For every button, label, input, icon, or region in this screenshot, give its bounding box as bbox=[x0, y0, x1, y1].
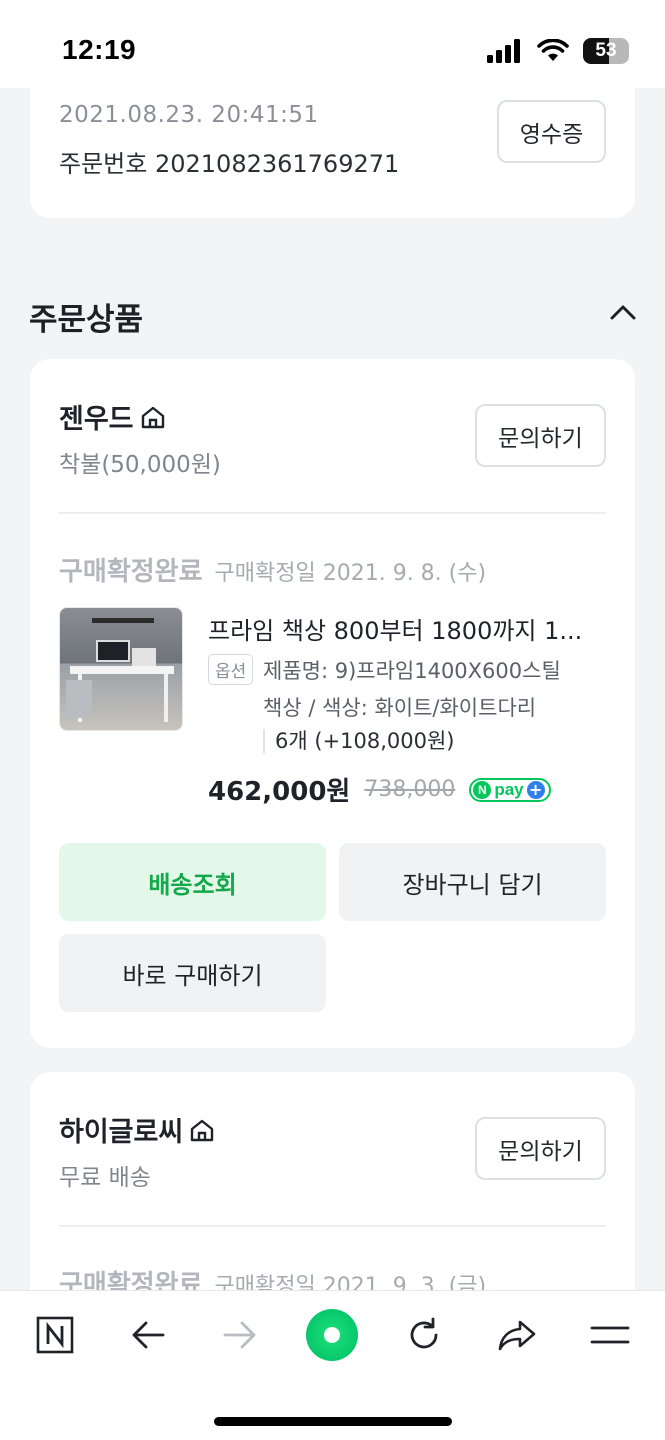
battery-icon: 53 bbox=[583, 38, 629, 64]
seller-name-text: 하이글로씨 bbox=[59, 1117, 184, 1148]
track-delivery-button[interactable]: 배송조회 bbox=[59, 843, 326, 921]
inquiry-button[interactable]: 문의하기 bbox=[475, 1117, 606, 1180]
store-home-icon bbox=[191, 1119, 214, 1141]
seller-name[interactable]: 하이글로씨 bbox=[59, 1110, 215, 1149]
signal-icon bbox=[487, 39, 520, 63]
order-number-label: 주문번호 bbox=[59, 150, 148, 178]
naver-green-dot-icon[interactable] bbox=[302, 1305, 362, 1365]
home-indicator bbox=[214, 1417, 452, 1426]
page-content: 2021.08.23. 20:41:51 주문번호 20210823617692… bbox=[0, 88, 665, 1290]
back-arrow-icon[interactable] bbox=[124, 1311, 172, 1359]
purchase-status: 구매확정완료 bbox=[59, 557, 203, 587]
seller-card: 젠우드 착불(50,000원) 문의하기 구매확정완료 구매확정일 2021. … bbox=[30, 359, 635, 1048]
price-row: 462,000원 738,000 N pay + bbox=[208, 771, 551, 808]
product-thumbnail[interactable] bbox=[59, 607, 183, 731]
order-info-card: 2021.08.23. 20:41:51 주문번호 20210823617692… bbox=[30, 88, 635, 218]
order-number-value: 2021082361769271 bbox=[154, 150, 400, 178]
status-time: 12:19 bbox=[62, 34, 137, 65]
inquiry-button[interactable]: 문의하기 bbox=[475, 404, 606, 467]
option-line-1: 제품명: 9)프라임1400X600스틸 bbox=[263, 659, 561, 683]
seller-card: 하이글로씨 무료 배송 문의하기 구매확정완료 구매확정일 2021. 9. 3… bbox=[30, 1072, 635, 1290]
confirm-date: 구매확정일 2021. 9. 8. (수) bbox=[214, 561, 487, 586]
status-bar: 12:19 53 bbox=[0, 0, 665, 88]
refresh-icon[interactable] bbox=[400, 1311, 448, 1359]
option-line-2: 책상 / 색상: 화이트/화이트다리 bbox=[263, 696, 537, 720]
quantity: 6개 (+108,000원) bbox=[263, 729, 455, 753]
battery-level: 53 bbox=[595, 40, 617, 61]
seller-name-text: 젠우드 bbox=[59, 404, 134, 435]
seller-name[interactable]: 젠우드 bbox=[59, 397, 166, 436]
naver-home-icon[interactable] bbox=[31, 1311, 79, 1359]
purchase-status-row: 구매확정완료 구매확정일 2021. 9. 8. (수) bbox=[59, 551, 486, 588]
confirm-date: 구매확정일 2021. 9. 3. (금) bbox=[214, 1274, 487, 1290]
option-text: 제품명: 9)프라임1400X600스틸 책상 / 색상: 화이트/화이트다리 bbox=[263, 653, 603, 727]
npay-text: pay bbox=[494, 779, 524, 799]
purchase-status-row: 구매확정완료 구매확정일 2021. 9. 3. (금) bbox=[59, 1264, 486, 1290]
order-number: 주문번호 2021082361769271 bbox=[59, 144, 399, 179]
forward-arrow-icon[interactable] bbox=[216, 1311, 264, 1359]
plus-icon: + bbox=[526, 780, 545, 799]
shipping-fee: 착불(50,000원) bbox=[59, 452, 221, 478]
menu-icon[interactable] bbox=[586, 1311, 634, 1359]
section-title: 주문상품 bbox=[29, 302, 144, 338]
receipt-button[interactable]: 영수증 bbox=[497, 100, 606, 163]
option-badge: 옵션 bbox=[208, 654, 254, 685]
store-home-icon bbox=[141, 406, 164, 428]
original-price: 738,000 bbox=[364, 777, 456, 802]
chevron-up-icon[interactable] bbox=[609, 302, 637, 322]
status-icons: 53 bbox=[487, 38, 629, 64]
order-datetime: 2021.08.23. 20:41:51 bbox=[59, 102, 319, 128]
divider bbox=[59, 512, 606, 514]
wifi-icon bbox=[537, 39, 569, 61]
divider bbox=[59, 1225, 606, 1227]
purchase-status: 구매확정완료 bbox=[59, 1270, 203, 1290]
add-to-cart-button[interactable]: 장바구니 담기 bbox=[339, 843, 606, 921]
buy-now-button[interactable]: 바로 구매하기 bbox=[59, 934, 326, 1012]
product-title[interactable]: 프라임 책상 800부터 1800까지 1... bbox=[208, 611, 608, 646]
browser-bottom-bar bbox=[0, 1290, 665, 1440]
npay-plus-badge: N pay + bbox=[469, 777, 551, 802]
share-icon[interactable] bbox=[493, 1311, 541, 1359]
naver-n-icon: N bbox=[473, 780, 492, 799]
price: 462,000원 bbox=[208, 777, 351, 807]
shipping-fee: 무료 배송 bbox=[59, 1165, 151, 1191]
